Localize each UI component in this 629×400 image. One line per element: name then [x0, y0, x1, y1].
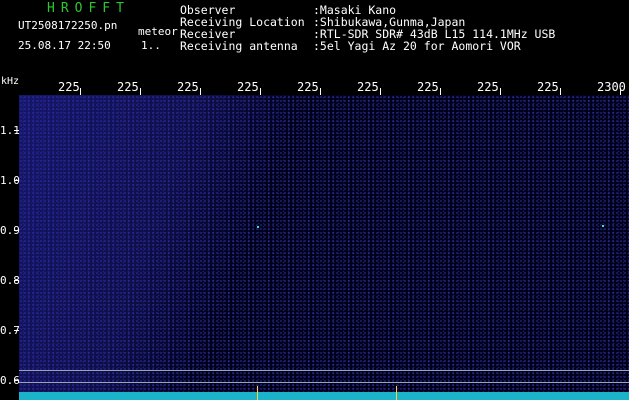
x-tick-label: 225 [237, 80, 259, 94]
y-tick-mark [14, 280, 19, 281]
spectrogram-plot[interactable] [19, 95, 629, 400]
level-marker [257, 386, 258, 400]
y-tick-mark [14, 230, 19, 231]
y-tick-mark [14, 180, 19, 181]
antenna-value: :5el Yagi Az 20 for Aomori VOR [313, 39, 521, 53]
x-tick-label: 225 [537, 80, 559, 94]
app-brand: HROFFT [47, 1, 130, 16]
x-tick-label: 225 [117, 80, 139, 94]
file-name: UT2508172250.pn [18, 19, 118, 32]
x-tick-label: 225 [297, 80, 319, 94]
date-time: 25.08.17 22:50 [18, 39, 111, 52]
x-tick-label: 225 [177, 80, 199, 94]
signal-dot [602, 225, 604, 227]
header-panel: HROFFT UT2508172250.pn meteor 25.08.17 2… [0, 0, 629, 75]
x-tick-label: 225 [417, 80, 439, 94]
mode-label: meteor [138, 25, 178, 38]
reference-line [19, 382, 629, 383]
x-tick-label: 225 [477, 80, 499, 94]
axis-unit-label: kHz [1, 76, 20, 87]
antenna-label: Receiving antenna [180, 39, 298, 53]
x-tick-label: 225 [357, 80, 379, 94]
level-marker [396, 386, 397, 400]
page-indicator: 1.. [141, 39, 161, 52]
y-tick-mark [14, 330, 19, 331]
signal-dot [257, 226, 259, 228]
y-tick-mark [14, 130, 19, 131]
x-tick-label: 225 [58, 80, 80, 94]
spectrogram-band [19, 95, 319, 395]
reference-line [19, 370, 629, 371]
x-tick-label: 2300 [597, 80, 626, 94]
y-tick-mark [14, 380, 19, 381]
level-baseline [19, 392, 629, 400]
